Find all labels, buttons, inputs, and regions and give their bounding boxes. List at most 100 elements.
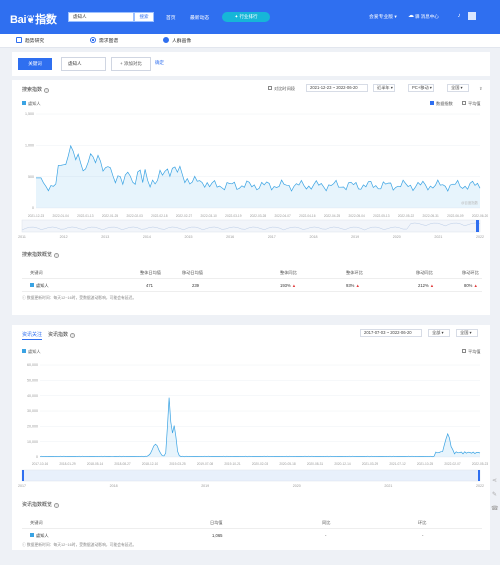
- add-compare-button[interactable]: + 添加对比: [111, 57, 151, 71]
- cell-yoy: 193% ▲: [280, 283, 296, 288]
- user-menu-label: 会爱专业版: [369, 15, 393, 20]
- x-tick-label: 2022-02-27: [176, 214, 193, 218]
- share-icon[interactable]: ⇪: [479, 86, 483, 91]
- legend-swatch: [22, 101, 26, 105]
- cell-mobile-mom: 80% ▲: [464, 283, 478, 288]
- person-icon: [163, 37, 169, 43]
- x-tick-label: 2021-12-23: [28, 214, 45, 218]
- cell-mobile-mom-value: 80%: [464, 283, 473, 288]
- row-keyword-text: 虐知人: [36, 533, 49, 538]
- top-navigation-bar: Bai❦指数 虐知人 搜索 首页 最新动态 ✦ 行业排行 会爱专业版 ▾ ☁ 驿…: [0, 0, 500, 34]
- timeline-year-label: 2021: [384, 484, 392, 488]
- phone-icon[interactable]: ☎: [491, 506, 498, 513]
- x-tick-label: 2022-01-25: [102, 214, 119, 218]
- nav-latest[interactable]: 最新动态: [190, 14, 209, 21]
- keyword-button[interactable]: 关键词: [18, 58, 52, 70]
- row-keyword-text: 虐知人: [36, 283, 49, 288]
- help-icon[interactable]: ?: [54, 503, 60, 508]
- keyword-bar: 关键词 虐知人 + 添加对比 确定: [12, 52, 490, 76]
- news-index-chart[interactable]: 60,000 50,000 40,000 30,000 20,000 10,000 0 201…: [12, 359, 490, 491]
- y-tick-label: 30,000: [27, 409, 38, 413]
- arrow-up-icon: ▲: [291, 283, 297, 288]
- date-compare-toggle[interactable]: 对比时间段: [268, 86, 295, 92]
- x-tick-label: 2018-01-29: [59, 462, 76, 466]
- user-menu[interactable]: 会爱专业版 ▾: [369, 13, 397, 20]
- feedback-icon[interactable]: ✎: [491, 492, 498, 499]
- arrow-up-icon: ▲: [473, 283, 478, 288]
- timeline-year-label: 2020: [293, 484, 301, 488]
- confirm-button[interactable]: 确定: [155, 60, 164, 66]
- cell-mom-value: 93%: [346, 283, 355, 288]
- nav-home[interactable]: 首页: [166, 14, 176, 21]
- search-overview-title-text: 搜索指数概览: [22, 252, 53, 258]
- date-range-picker[interactable]: 2021-12-23 ~ 2022-06-20: [306, 84, 368, 92]
- help-icon[interactable]: ?: [70, 333, 76, 338]
- search-input[interactable]: 虐知人: [68, 12, 134, 22]
- y-tick-label: 0: [32, 206, 34, 210]
- search-legend[interactable]: 虐知人: [22, 101, 41, 107]
- tab-news-attention[interactable]: 资讯关注: [22, 331, 43, 340]
- tab-news-index-label: 资讯指数: [48, 332, 69, 338]
- news-region-select[interactable]: 全国 ▾: [456, 329, 478, 337]
- cell-mobile-avg: 239: [192, 283, 199, 288]
- help-icon[interactable]: ?: [54, 253, 60, 258]
- help-icon[interactable]: ?: [44, 88, 50, 93]
- th-avg: 日均值: [210, 520, 223, 525]
- tab-demand[interactable]: 需求图谱: [90, 37, 118, 44]
- update-note: ⓘ 数据更新时间：每天12~16时，受数据波动影响，可能会有延迟。: [22, 296, 136, 301]
- checkbox-icon: [462, 349, 466, 353]
- search-index-title: 搜索指数?: [22, 86, 50, 93]
- cell-avg: 1,065: [212, 533, 223, 538]
- baidu-index-logo[interactable]: Bai❦指数: [10, 11, 57, 27]
- news-average-label: 平均值: [468, 349, 481, 354]
- timeline-handle-right: [478, 470, 480, 481]
- tab-trend[interactable]: 趋势研究: [16, 37, 44, 44]
- search-index-chart[interactable]: 1,500 1,000 500 0 2021-12-23 2022-01-04 2022-0…: [12, 108, 490, 246]
- x-tick-label: 2022-04-07: [275, 214, 292, 218]
- search-button[interactable]: 搜索: [134, 12, 154, 22]
- x-tick-label: 2018-05-14: [87, 462, 104, 466]
- data-index-toggle[interactable]: 数据指数: [430, 101, 453, 107]
- x-tick-label: 2022-03-10: [201, 214, 218, 218]
- news-range-select[interactable]: 全部 ▾: [428, 329, 450, 337]
- update-note-text: 数据更新时间：每天12~16时，受数据波动影响，可能会有延迟。: [26, 543, 137, 547]
- tab-news-index[interactable]: 资讯指数?: [48, 331, 76, 338]
- x-tick-label: 2022-03-28: [250, 214, 267, 218]
- message-center[interactable]: 驿 消息中心: [415, 14, 439, 20]
- cloud-icon[interactable]: ☁: [407, 13, 415, 20]
- share-side-icon[interactable]: ⋖: [491, 478, 498, 485]
- avatar[interactable]: [468, 12, 476, 20]
- cell-overall-avg: 471: [146, 283, 153, 288]
- legend-swatch: [30, 533, 34, 537]
- nav-industry-ranking[interactable]: ✦ 行业排行: [222, 12, 270, 22]
- bell-icon[interactable]: ♪: [455, 13, 463, 20]
- timeline-year-label: 2021: [434, 235, 442, 239]
- tab-portrait[interactable]: 人群画像: [163, 37, 191, 44]
- th-yoy: 同比: [322, 520, 331, 525]
- x-tick-label: 2022-05-13: [373, 214, 390, 218]
- x-tick-label: 2022-04-16: [299, 214, 316, 218]
- search-index-title-text: 搜索指数: [22, 87, 43, 93]
- news-series-line: [39, 397, 481, 458]
- cell-mobile-yoy: 212% ▲: [418, 283, 434, 288]
- x-tick-label: 2019-07-08: [197, 462, 214, 466]
- news-average-toggle[interactable]: 平均值: [462, 349, 481, 355]
- y-tick-label: 0: [36, 455, 38, 459]
- th-yoy: 整体同比: [280, 270, 297, 275]
- region-select[interactable]: 全国 ▾: [447, 84, 469, 92]
- timeline-year-label: 2011: [18, 235, 26, 239]
- search-legend-label: 虐知人: [28, 101, 41, 106]
- timeline-track: [21, 219, 481, 233]
- y-tick-label: 1,500: [25, 112, 34, 116]
- range-select[interactable]: 近半年 ▾: [373, 84, 395, 92]
- x-tick-label: 2019-03-25: [169, 462, 186, 466]
- average-toggle[interactable]: 平均值: [462, 101, 481, 107]
- keyword-input[interactable]: 虐知人: [61, 57, 106, 71]
- news-legend[interactable]: 虐知人: [22, 349, 41, 355]
- y-tick-label: 10,000: [27, 440, 38, 444]
- timeline-year-label: 2018: [110, 484, 118, 488]
- y-tick-label: 40,000: [27, 394, 38, 398]
- news-date-range-picker[interactable]: 2017-07-03 ~ 2022-06-20: [360, 329, 422, 337]
- tab-portrait-label: 人群画像: [172, 39, 192, 44]
- device-select[interactable]: PC+移动 ▾: [408, 84, 434, 92]
